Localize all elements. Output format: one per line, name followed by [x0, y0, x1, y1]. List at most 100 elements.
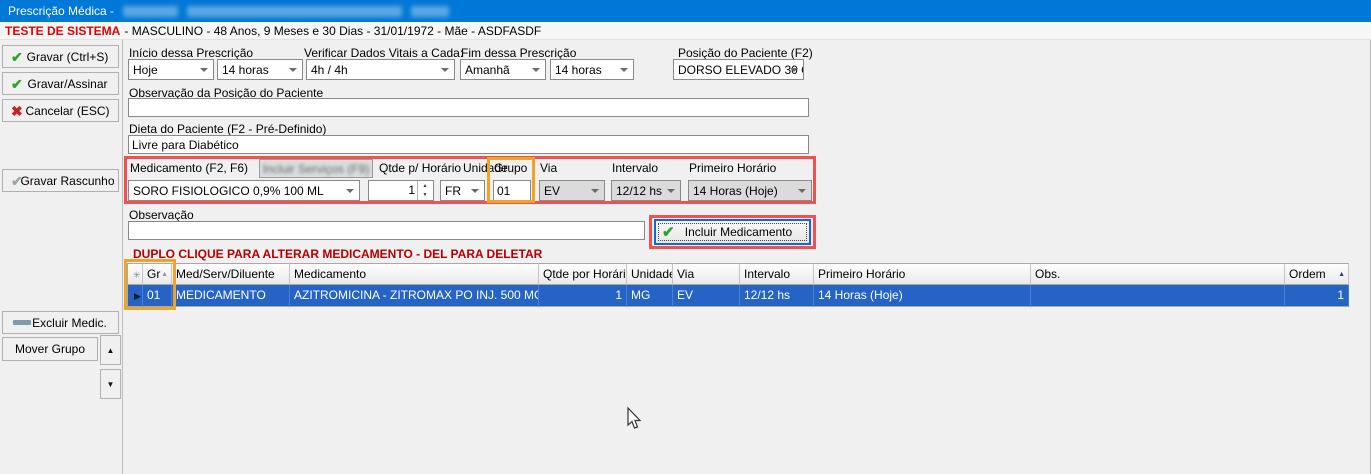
include-services-button[interactable]: Incluir Serviços (F9) [259, 159, 373, 178]
check-icon: ✔ [11, 174, 23, 188]
route-label: Via [540, 161, 557, 175]
cancel-button[interactable]: ✖ Cancelar (ESC) [2, 99, 119, 122]
grid-header-row: ✳ Gr ▲ Med/Serv/Diluente Medicamento Qtd… [127, 263, 1349, 285]
interval-select[interactable]: 12/12 hs [611, 180, 681, 201]
chevron-down-icon [790, 68, 798, 72]
medication-select[interactable]: SORO FISIOLOGICO 0,9% 100 ML [128, 180, 360, 201]
start-day-value: Hoje [133, 63, 158, 77]
chevron-down-icon [667, 189, 675, 193]
save-sign-button[interactable]: ✔ Gravar/Assinar [2, 72, 119, 95]
asterisk-icon: ✳ [132, 270, 141, 280]
start-day-select[interactable]: Hoje [128, 59, 214, 80]
arrow-down-icon: ▼ [107, 380, 115, 389]
chevron-down-icon [441, 68, 449, 72]
row-indicator-icon: ▶ [132, 287, 141, 301]
column-header-medicamento[interactable]: Medicamento [290, 263, 539, 285]
cell-unidade: MG [627, 285, 673, 307]
stepper-up-icon[interactable]: ▲ [418, 181, 432, 191]
sort-asc-icon: ▲ [1338, 271, 1345, 278]
observation-input[interactable] [128, 221, 645, 240]
cell-gr: 01 [143, 285, 172, 307]
column-header-ordem[interactable]: Ordem ▲ [1285, 263, 1349, 285]
chevron-down-icon [591, 189, 599, 193]
column-header-unidade[interactable]: Unidade [627, 263, 673, 285]
route-select[interactable]: EV [539, 180, 605, 201]
chevron-down-icon [346, 189, 354, 193]
include-medication-button[interactable]: ✔ Incluir Medicamento [654, 219, 811, 245]
save-draft-button[interactable]: ✔ Gravar Rascunho [2, 169, 119, 192]
chevron-down-icon [200, 68, 208, 72]
interval-label: Intervalo [612, 161, 658, 175]
delete-medication-button-label: Excluir Medic. [32, 316, 107, 330]
start-time-select[interactable]: 14 horas [217, 59, 303, 80]
check-icon: ✔ [662, 223, 675, 241]
x-icon: ✖ [11, 104, 23, 118]
move-down-button[interactable]: ▼ [100, 369, 121, 399]
column-header-gr-label: Gr [147, 267, 160, 281]
stepper-down-icon[interactable]: ▼ [418, 191, 432, 201]
start-prescription-label: Início dessa Prescrição [129, 46, 253, 60]
select-all-header[interactable]: ✳ [127, 263, 143, 285]
cell-primeiro-horario: 14 Horas (Hoje) [814, 285, 1031, 307]
focus-rectangle [658, 223, 807, 241]
start-time-value: 14 horas [222, 63, 269, 77]
cell-obs [1031, 285, 1285, 307]
cell-via: EV [673, 285, 740, 307]
column-header-qtde[interactable]: Qtde por Horário [539, 263, 627, 285]
redacted-title-text [411, 6, 449, 17]
interval-value: 12/12 hs [616, 184, 662, 198]
patient-position-value: DORSO ELEVADO 30 G [678, 63, 804, 77]
chevron-down-icon [532, 68, 540, 72]
column-header-intervalo[interactable]: Intervalo [740, 263, 814, 285]
table-row-selected[interactable]: ▶ 01 MEDICAMENTO AZITROMICINA - ZITROMAX… [127, 285, 1349, 307]
end-day-value: Amanhã [465, 63, 510, 77]
sidebar-divider [122, 40, 123, 474]
cell-medicamento: AZITROMICINA - ZITROMAX PO INJ. 500 MG [290, 285, 539, 307]
move-group-button[interactable]: Mover Grupo [2, 337, 98, 361]
minus-icon [13, 320, 31, 325]
chevron-down-icon [620, 68, 628, 72]
vitals-interval-select[interactable]: 4h / 4h [306, 59, 455, 80]
unit-value: FR [445, 184, 461, 198]
group-input[interactable] [493, 180, 531, 201]
qty-per-time-stepper[interactable]: 1 ▲ ▼ [368, 180, 434, 201]
column-header-primeiro-horario[interactable]: Primeiro Horário [814, 263, 1031, 285]
stepper-buttons[interactable]: ▲ ▼ [417, 181, 432, 200]
window-title: Prescrição Médica - [8, 4, 114, 18]
diet-input[interactable] [128, 135, 809, 154]
check-icon: ✔ [11, 50, 23, 64]
column-header-via[interactable]: Via [673, 263, 740, 285]
first-time-select[interactable]: 14 Horas (Hoje) [688, 180, 812, 201]
sort-asc-icon: ▲ [161, 271, 168, 278]
route-value: EV [544, 184, 560, 198]
redacted-title-text [123, 6, 178, 17]
save-button[interactable]: ✔ Gravar (Ctrl+S) [2, 45, 119, 68]
column-header-med-serv[interactable]: Med/Serv/Diluente [172, 263, 290, 285]
qty-per-time-label: Qtde p/ Horário [379, 161, 461, 175]
end-day-select[interactable]: Amanhã [460, 59, 546, 80]
arrow-up-icon: ▲ [107, 346, 115, 355]
observation-label: Observação [129, 208, 194, 222]
redacted-title-text [187, 6, 402, 17]
patient-details: - MASCULINO - 48 Anos, 9 Meses e 30 Dias… [124, 24, 541, 38]
cancel-button-label: Cancelar (ESC) [25, 104, 109, 118]
patient-name: TESTE DE SISTEMA [5, 24, 120, 38]
cell-med-serv: MEDICAMENTO [172, 285, 290, 307]
end-prescription-label: Fim dessa Prescrição [461, 46, 576, 60]
chevron-down-icon [289, 68, 297, 72]
include-services-button-label: Incluir Serviços (F9) [263, 162, 370, 176]
position-observation-input[interactable] [128, 98, 809, 117]
cell-intervalo: 12/12 hs [740, 285, 814, 307]
save-button-label: Gravar (Ctrl+S) [27, 50, 109, 64]
chevron-down-icon [471, 189, 479, 193]
move-up-button[interactable]: ▲ [100, 335, 121, 365]
check-vitals-label: Verificar Dados Vitais a Cada: [304, 46, 463, 60]
unit-select[interactable]: FR [440, 180, 485, 201]
delete-medication-button[interactable]: Excluir Medic. [2, 311, 119, 334]
diet-label: Dieta do Paciente (F2 - Pré-Definido) [129, 122, 326, 136]
end-time-select[interactable]: 14 horas [550, 59, 634, 80]
patient-position-select[interactable]: DORSO ELEVADO 30 G [673, 59, 804, 80]
column-header-obs[interactable]: Obs. [1031, 263, 1285, 285]
column-header-gr[interactable]: Gr ▲ [143, 263, 172, 285]
medication-grid: ✳ Gr ▲ Med/Serv/Diluente Medicamento Qtd… [127, 263, 1349, 307]
